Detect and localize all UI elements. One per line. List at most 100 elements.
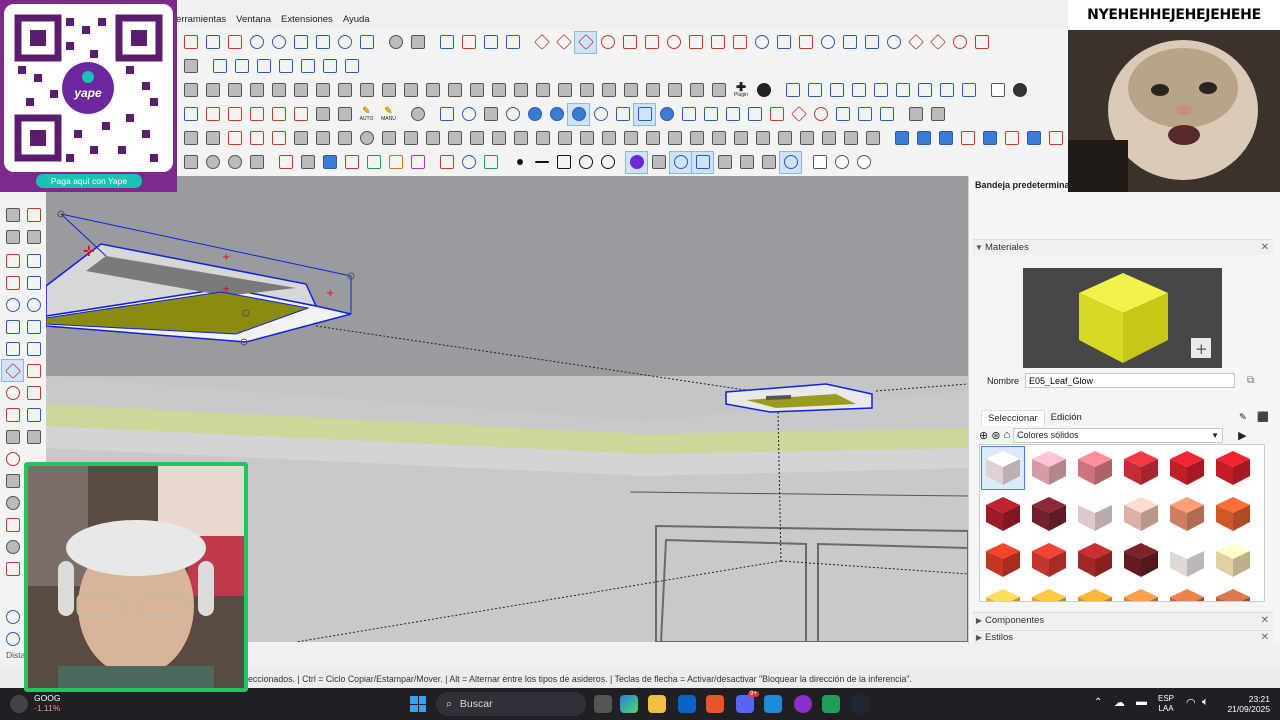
camera-icon[interactable] — [736, 152, 757, 173]
photo-icon[interactable] — [758, 152, 779, 173]
row5-tool-12[interactable] — [422, 128, 443, 149]
flip-icon[interactable] — [707, 32, 728, 53]
row5-tool-27[interactable] — [752, 128, 773, 149]
steam-icon[interactable] — [852, 695, 870, 713]
hex-icon-2[interactable] — [722, 104, 743, 125]
drop-icon-4[interactable] — [567, 102, 590, 126]
material-name-input[interactable] — [1025, 373, 1236, 388]
left-scale-icon[interactable] — [2, 404, 23, 425]
menu-herramientas[interactable]: erramientas — [176, 14, 226, 30]
left-arc-icon[interactable] — [2, 316, 23, 337]
scale-red-icon[interactable] — [619, 32, 640, 53]
extension-icon-13[interactable] — [444, 80, 465, 101]
plugin-tool-icon-4[interactable] — [848, 80, 869, 101]
follow-icon[interactable] — [685, 32, 706, 53]
row5-tool-5[interactable] — [268, 128, 289, 149]
plugin-tool-icon-5[interactable] — [870, 80, 891, 101]
row4-tool-2[interactable] — [202, 104, 223, 125]
tab-select[interactable]: Seleccionar — [981, 410, 1045, 426]
plugin-tool-icon-7[interactable] — [914, 80, 935, 101]
row5-tool-9[interactable] — [356, 128, 377, 149]
row5-tool-17[interactable] — [532, 128, 553, 149]
left-protractor-icon[interactable] — [23, 426, 44, 447]
user-icon[interactable] — [883, 32, 904, 53]
drop-icon-2[interactable] — [524, 104, 545, 125]
left-eraser-icon[interactable] — [23, 204, 44, 225]
magnet-icon[interactable] — [612, 104, 633, 125]
drop-icon-5[interactable] — [590, 104, 611, 125]
line-tool-icon[interactable] — [180, 32, 201, 53]
row5-tool-4[interactable] — [246, 128, 267, 149]
row5-tool-29[interactable] — [796, 128, 817, 149]
row5-tool-26[interactable] — [730, 128, 751, 149]
row5-tool-8[interactable] — [334, 128, 355, 149]
grid-icon-2[interactable] — [854, 104, 875, 125]
lightning-icon[interactable] — [180, 152, 201, 173]
shield-icon[interactable] — [436, 152, 457, 173]
layer-tool-5[interactable] — [363, 152, 384, 173]
plugin-tool-icon-2[interactable] — [804, 80, 825, 101]
no-entry-icon[interactable] — [597, 152, 618, 173]
layer-tool-4[interactable] — [341, 152, 362, 173]
plugin-tool-icon-3[interactable] — [826, 80, 847, 101]
eraser-icon[interactable] — [436, 32, 457, 53]
material-swatch[interactable] — [1074, 539, 1116, 581]
extension-icon-19[interactable] — [576, 80, 597, 101]
row5-tool-28[interactable] — [774, 128, 795, 149]
row4-tool-3[interactable] — [224, 104, 245, 125]
mirror-icon[interactable] — [729, 32, 750, 53]
record-icon[interactable] — [669, 150, 692, 174]
row5-color-3[interactable] — [935, 128, 956, 149]
left-move-icon[interactable] — [1, 359, 24, 382]
hex-icon-3[interactable] — [744, 104, 765, 125]
material-swatch[interactable] — [1166, 585, 1208, 601]
row5-tool-6[interactable] — [290, 128, 311, 149]
extension-icon-23[interactable] — [664, 80, 685, 101]
profile-app-icon[interactable] — [794, 695, 812, 713]
extension-icon-16[interactable] — [510, 80, 531, 101]
search-zoom-icon[interactable] — [751, 32, 772, 53]
dash-icon[interactable] — [531, 152, 552, 173]
left-rect-icon[interactable] — [2, 272, 23, 293]
material-swatch[interactable] — [1212, 585, 1254, 601]
grid-icon-1[interactable] — [832, 104, 853, 125]
layer-tool-2[interactable] — [297, 152, 318, 173]
material-swatch[interactable] — [1074, 585, 1116, 601]
material-swatch[interactable] — [1166, 493, 1208, 535]
new-file-icon[interactable] — [987, 80, 1008, 101]
row5-tool-24[interactable] — [686, 128, 707, 149]
screen-icon[interactable] — [691, 150, 714, 174]
left-follow-icon[interactable] — [23, 382, 44, 403]
layer-tool-3[interactable] — [319, 152, 340, 173]
row5-tool-20[interactable] — [598, 128, 619, 149]
components-panel-header[interactable]: ▶ Componentes ✕ — [973, 612, 1273, 628]
move-icon[interactable] — [531, 32, 552, 53]
row5-tool-21[interactable] — [620, 128, 641, 149]
copy-icon[interactable]: ⧉ — [1247, 375, 1254, 386]
select-arrow-icon[interactable] — [407, 32, 428, 53]
paint-icon[interactable] — [458, 32, 479, 53]
circle-tool-icon[interactable] — [246, 32, 267, 53]
row5-tool-22[interactable] — [642, 128, 663, 149]
extension-icon-3[interactable] — [224, 80, 245, 101]
task-view-icon[interactable] — [594, 695, 612, 713]
plugin-icon[interactable]: ✚ Plugin — [730, 80, 752, 101]
axes-icon[interactable] — [502, 32, 523, 53]
manu-icon[interactable]: ✎ MANU — [378, 104, 399, 125]
shapes-icon[interactable] — [971, 32, 992, 53]
extension-icon-21[interactable] — [620, 80, 641, 101]
dome-icon[interactable] — [458, 152, 479, 173]
rotate-red-2-icon[interactable] — [810, 104, 831, 125]
left-zoom-extents-icon[interactable] — [2, 558, 23, 579]
app-green-icon[interactable] — [822, 695, 840, 713]
row5-tool-1[interactable] — [180, 128, 201, 149]
row4-tool-1[interactable] — [180, 104, 201, 125]
square-icon[interactable] — [553, 152, 574, 173]
rotate-red-icon[interactable] — [597, 32, 618, 53]
rect-select-icon[interactable] — [436, 104, 457, 125]
rectangle-tool-icon[interactable] — [224, 32, 245, 53]
row4-tool-5[interactable] — [268, 104, 289, 125]
start-icon[interactable] — [410, 696, 426, 712]
row5-tool-18[interactable] — [554, 128, 575, 149]
material-swatch[interactable] — [982, 493, 1024, 535]
